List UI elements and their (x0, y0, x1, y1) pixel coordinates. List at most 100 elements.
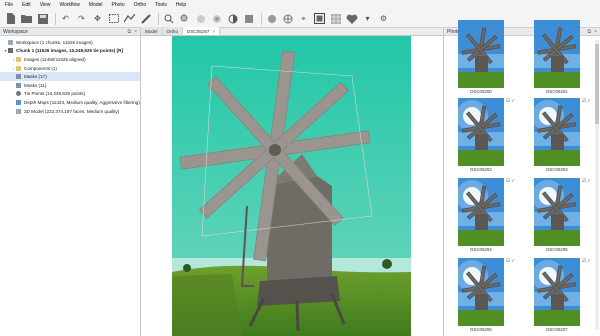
menu-item-model[interactable]: Model (89, 2, 103, 8)
thumbnail-label: DSC05206 (470, 327, 492, 332)
undo-icon[interactable]: ↶ (59, 12, 72, 25)
heart-icon[interactable] (345, 12, 358, 25)
menu-item-edit[interactable]: Edit (22, 2, 31, 8)
photo-thumbnail[interactable]: DSC05201 (534, 20, 595, 94)
open-icon[interactable] (20, 12, 33, 25)
tree-item[interactable]: › Components (1) (0, 64, 140, 73)
photo-thumbnail[interactable]: DSC05206 ☑ ✓ (458, 258, 519, 332)
masks-icon (16, 74, 21, 80)
menu-item-view[interactable]: View (40, 2, 51, 8)
tree-item[interactable]: › Images (11450/11526 aligned) (0, 55, 140, 64)
dropdown-arrow-icon[interactable]: ▾ (361, 12, 374, 25)
aligned-check-icon: ☑ ✓ (506, 258, 515, 263)
reset-view-icon[interactable] (194, 12, 207, 25)
tree-item[interactable]: Tie Points (10,249,625 points) (0, 90, 140, 99)
textured-icon[interactable] (281, 12, 294, 25)
tiled-icon[interactable]: ⌖ (297, 12, 310, 25)
photo-viewer: Model Ortho DSC05267 × (141, 27, 443, 336)
tree-item-label: Images (11450/11526 aligned) (24, 56, 86, 62)
tree-item-label: 3D Model (222,374,197 faces, Medium qual… (24, 108, 120, 114)
zoom-in-icon[interactable] (162, 12, 175, 25)
photo-thumbnail[interactable]: DSC05205 ☑ ✓ (534, 178, 595, 252)
chunk-icon (8, 48, 13, 54)
settings-icon[interactable]: ⚙ (377, 12, 390, 25)
photo-thumbnail[interactable]: DSC05202 ☑ ✓ (458, 98, 519, 172)
aligned-check-icon: ☑ ✓ (506, 98, 515, 103)
tree-item-label: Tie Points (10,249,625 points) (24, 91, 86, 97)
shaded-icon[interactable] (242, 12, 255, 25)
menu-item-workflow[interactable]: Workflow (59, 2, 79, 8)
redo-icon[interactable]: ↷ (75, 12, 88, 25)
navigation-icon[interactable]: ✥ (91, 12, 104, 25)
rectangle-selection-icon[interactable] (107, 12, 120, 25)
new-icon[interactable] (4, 12, 17, 25)
menu-item-photo[interactable]: Photo (112, 2, 125, 8)
tree-item[interactable]: Masks (17) (0, 72, 140, 81)
tree-item[interactable]: 3D Model (222,374,197 faces, Medium qual… (0, 107, 140, 116)
aligned-check-icon: ☑ ✓ (506, 178, 515, 183)
toolbar-separator (55, 12, 56, 25)
tree-item[interactable]: ▾ Chunk 1 (11526 images, 10,249,625 tie p… (0, 47, 140, 56)
tab-label: Ortho (166, 28, 179, 34)
tree-item-label: Depth Maps (11423, Medium quality, Aggre… (24, 99, 140, 105)
solid-icon[interactable] (265, 12, 278, 25)
photo-image-view[interactable] (172, 36, 411, 336)
menu-item-help[interactable]: Help (176, 2, 186, 8)
grid-icon[interactable] (329, 12, 342, 25)
points-icon[interactable] (226, 12, 239, 25)
cameras-icon[interactable] (313, 12, 326, 25)
depth-maps-icon (16, 99, 21, 105)
tree-item[interactable]: Depth Maps (11423, Medium quality, Aggre… (0, 98, 140, 107)
thumbnail-image (458, 20, 504, 88)
thumbnail-label: DSC05203 (546, 167, 568, 172)
view-mode-icon[interactable] (210, 12, 223, 25)
view-tabs: Model Ortho DSC05267 × (141, 27, 443, 36)
photo-thumbnail[interactable]: DSC05200 (458, 20, 519, 94)
model-icon (16, 108, 21, 114)
photo-thumbnail[interactable]: DSC05204 ☑ ✓ (458, 178, 519, 252)
tree-item-label: Components (1) (24, 65, 57, 71)
thumbnail-image (458, 98, 504, 166)
close-icon[interactable]: × (134, 29, 137, 35)
menu-bar: File Edit View Workflow Model Photo Ortho Tools… (0, 0, 600, 10)
tree-item-label: Masks (17) (24, 74, 47, 80)
thumbnail-image (458, 258, 504, 326)
tab-dsc05267[interactable]: DSC05267 × (183, 27, 221, 35)
images-folder-icon (16, 56, 21, 62)
thumbnail-label: DSC05200 (470, 89, 492, 94)
photo-thumbnail[interactable]: DSC05207 ☑ ✓ (534, 258, 595, 332)
menu-item-tools[interactable]: Tools (155, 2, 167, 8)
photo-thumbnail[interactable]: DSC05203 ☑ ✓ (534, 98, 595, 172)
tab-ortho[interactable]: Ortho (162, 27, 184, 35)
windmill-photo (172, 36, 411, 336)
masks-icon (16, 82, 21, 88)
aligned-check-icon: ☑ ✓ (582, 98, 591, 103)
thumbnail-label: DSC05202 (470, 167, 492, 172)
ruler-icon[interactable] (139, 12, 152, 25)
shape-icon[interactable] (123, 12, 136, 25)
tab-close-icon[interactable]: × (213, 29, 216, 34)
thumbnail-label: DSC05204 (470, 247, 492, 252)
tab-model[interactable]: Model (141, 27, 163, 35)
thumbnail-image (534, 98, 580, 166)
photos-scrollbar[interactable] (595, 40, 599, 330)
workspace-icon (8, 39, 13, 45)
workspace-tree: Workspace (1 chunks, 11526 images) ▾ Chunk… (0, 36, 140, 115)
toolbar-separator (261, 12, 262, 25)
float-icon[interactable]: ⧉ (128, 29, 132, 35)
tree-item-label: Workspace (1 chunks, 11526 images) (16, 39, 93, 45)
thumbnail-image (534, 20, 580, 88)
workspace-panel-header: Workspace ⧉ × (0, 28, 140, 36)
save-icon[interactable] (36, 12, 49, 25)
components-folder-icon (16, 65, 21, 71)
scrollbar-thumb[interactable] (595, 44, 599, 124)
menu-item-ortho[interactable]: Ortho (134, 2, 147, 8)
tree-item[interactable]: Workspace (1 chunks, 11526 images) (0, 38, 140, 47)
aligned-check-icon: ☑ ✓ (582, 178, 591, 183)
zoom-out-icon[interactable] (178, 12, 191, 25)
workspace-panel: Workspace ⧉ × Workspace (1 chunks, 11526… (0, 28, 141, 336)
menu-item-file[interactable]: File (5, 2, 13, 8)
tab-label: DSC05267 (187, 28, 210, 34)
aligned-check-icon: ☑ ✓ (582, 258, 591, 263)
tree-item[interactable]: Masks (11) (0, 81, 140, 90)
